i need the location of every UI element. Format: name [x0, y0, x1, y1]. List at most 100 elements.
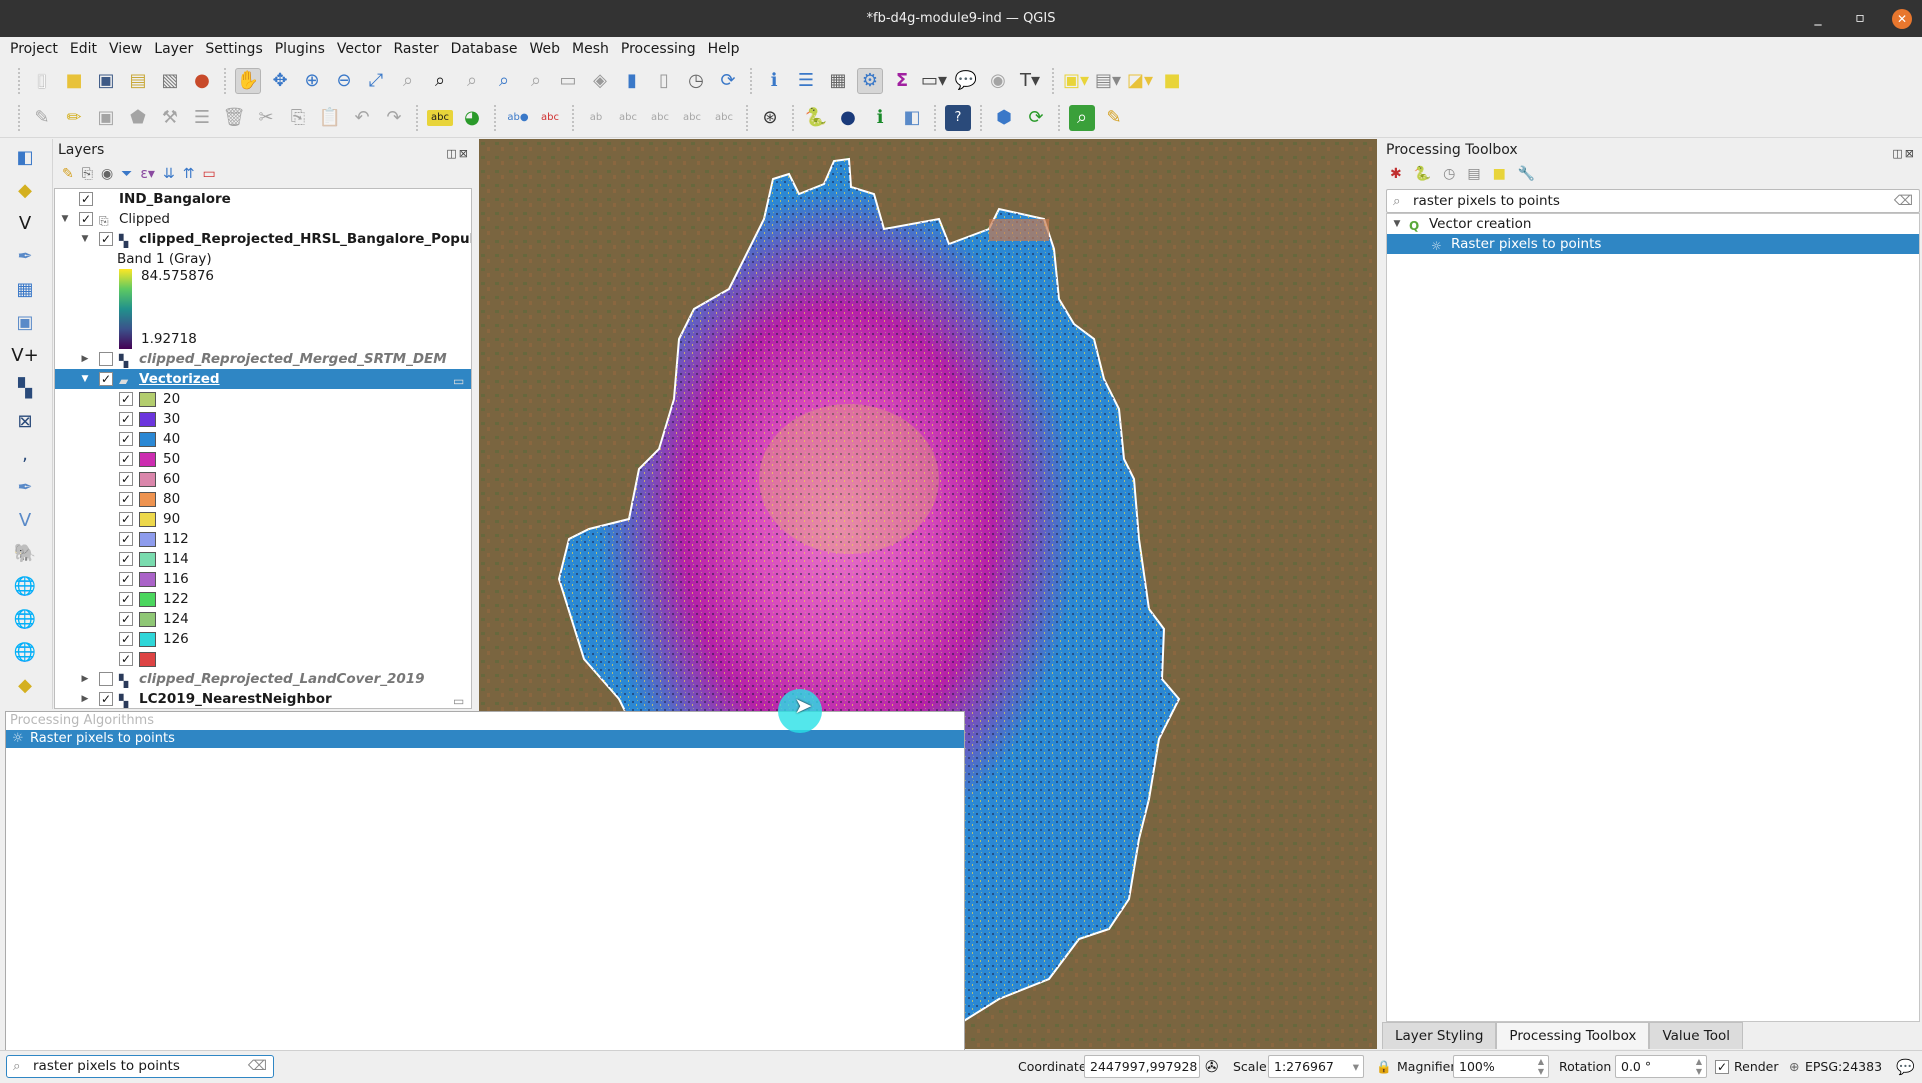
- refresh-icon[interactable]: ⟳: [715, 68, 741, 94]
- edit-features-in-place-icon[interactable]: ■: [1493, 166, 1506, 182]
- class-visibility-checkbox[interactable]: ✓: [119, 632, 133, 646]
- paste-features-icon[interactable]: 📋: [317, 105, 343, 131]
- toggle-editing-icon[interactable]: ✏: [61, 105, 87, 131]
- zoom-search-icon[interactable]: ⌕: [1069, 104, 1095, 131]
- history-icon[interactable]: ◷: [1443, 166, 1455, 182]
- collapse-all-icon[interactable]: ⇈: [183, 166, 195, 182]
- layer-ind-bangalore[interactable]: ✓ IND_Bangalore: [55, 189, 471, 209]
- layer-visibility-checkbox[interactable]: [99, 672, 113, 686]
- new-temp-scratch-icon[interactable]: ✒: [8, 241, 42, 271]
- class-visibility-checkbox[interactable]: ✓: [119, 552, 133, 566]
- filter-legend-icon[interactable]: ⏷: [121, 166, 132, 182]
- collapse-arrow-icon[interactable]: ▼: [1391, 214, 1403, 234]
- show-bookmarks-icon[interactable]: ▯: [651, 68, 677, 94]
- action-icon[interactable]: ◉: [985, 68, 1011, 94]
- toolbar-handle[interactable]: [18, 104, 20, 131]
- menu-settings[interactable]: Settings: [199, 41, 268, 57]
- text-annotation-icon[interactable]: T▾: [1017, 68, 1043, 94]
- menu-layer[interactable]: Layer: [148, 41, 199, 57]
- zoom-out-icon[interactable]: ⊖: [331, 68, 357, 94]
- legend-class-row[interactable]: ✓ 114: [55, 549, 471, 569]
- cut-features-icon[interactable]: ✂: [253, 105, 279, 131]
- zoom-next-icon[interactable]: ⌕: [523, 68, 549, 94]
- layer-hrsl-population[interactable]: ▼ ✓ ▚ clipped_Reprojected_HRSL_Bangalore…: [55, 229, 471, 249]
- delete-selected-icon[interactable]: 🗑: [221, 105, 247, 131]
- class-visibility-checkbox[interactable]: ✓: [119, 472, 133, 486]
- add-polygon-icon[interactable]: ⬟: [125, 105, 151, 131]
- identify-features-icon[interactable]: ℹ: [761, 68, 787, 94]
- new-geopackage-icon[interactable]: ◆: [8, 175, 42, 205]
- class-visibility-checkbox[interactable]: ✓: [119, 512, 133, 526]
- legend-class-row[interactable]: ✓ 112: [55, 529, 471, 549]
- zoom-last-icon[interactable]: ⌕: [491, 68, 517, 94]
- layer-vectorized[interactable]: ▼ ✓ ▰ Vectorized ▭: [55, 369, 471, 389]
- menu-vector[interactable]: Vector: [331, 41, 388, 57]
- temporal-controller-icon[interactable]: ◷: [683, 68, 709, 94]
- legend-class-row[interactable]: ✓: [55, 649, 471, 669]
- save-edits-icon[interactable]: ▣: [93, 105, 119, 131]
- zoom-to-layer-icon[interactable]: ⌕: [427, 68, 453, 94]
- add-spatialite-icon[interactable]: ✒: [8, 472, 42, 502]
- scale-combobox[interactable]: 1:276967 ▾: [1268, 1055, 1364, 1078]
- collapse-arrow-icon[interactable]: ▼: [59, 209, 71, 229]
- layer-visibility-checkbox[interactable]: ✓: [79, 212, 93, 226]
- crs-globe-icon[interactable]: ⊕: [1789, 1051, 1799, 1083]
- algorithm-raster-pixels-to-points[interactable]: ☼ Raster pixels to points: [1387, 234, 1919, 254]
- new-virtual-layer-icon[interactable]: ▦: [8, 274, 42, 304]
- class-visibility-checkbox[interactable]: ✓: [119, 392, 133, 406]
- spin-arrows-icon[interactable]: ▲ ▼: [1696, 1057, 1702, 1077]
- map-swipe-icon[interactable]: ◧: [899, 105, 925, 131]
- help-icon[interactable]: ?: [945, 104, 971, 131]
- layout-manager-icon[interactable]: ▧: [157, 68, 183, 94]
- attribute-table-icon[interactable]: ☰: [793, 68, 819, 94]
- expand-arrow-icon[interactable]: ▶: [79, 349, 91, 369]
- chevron-down-icon[interactable]: ▾: [1353, 1056, 1359, 1077]
- show-hide-labels-icon[interactable]: abc: [537, 105, 563, 131]
- menu-plugins[interactable]: Plugins: [269, 41, 331, 57]
- style-layer-icon[interactable]: ✎: [62, 166, 74, 182]
- add-postgis-icon[interactable]: 🐘: [8, 538, 42, 568]
- layer-diagram-icon[interactable]: ◕: [459, 105, 485, 131]
- legend-class-row[interactable]: ✓ 80: [55, 489, 471, 509]
- expand-arrow-icon[interactable]: ▶: [79, 669, 91, 689]
- panel-float-close-icon[interactable]: ◫⊠: [1892, 143, 1916, 165]
- style-manager-icon[interactable]: ●: [189, 68, 215, 94]
- zoom-in-icon[interactable]: ⊕: [299, 68, 325, 94]
- layer-landcover-2019[interactable]: ▶ ▚ clipped_Reprojected_LandCover_2019: [55, 669, 471, 689]
- toolbox-search-input[interactable]: ⌕ raster pixels to points ⌫: [1386, 189, 1920, 213]
- new-project-icon[interactable]: ▯: [29, 68, 55, 94]
- pan-to-selection-icon[interactable]: ✥: [267, 68, 293, 94]
- change-label-icon[interactable]: abc: [647, 105, 673, 131]
- field-calculator-icon[interactable]: ▦: [825, 68, 851, 94]
- deselect-all-icon[interactable]: ◪▾: [1127, 68, 1153, 94]
- collapse-arrow-icon[interactable]: ▼: [79, 229, 91, 249]
- add-wms-icon[interactable]: 🌐: [8, 571, 42, 601]
- messages-icon[interactable]: 💬: [1896, 1051, 1915, 1083]
- select-by-value-icon[interactable]: ▤▾: [1095, 68, 1121, 94]
- label-edit-icon[interactable]: abc: [711, 105, 737, 131]
- class-visibility-checkbox[interactable]: ✓: [119, 572, 133, 586]
- remove-layer-icon[interactable]: ▭: [202, 166, 215, 182]
- legend-class-row[interactable]: ✓ 60: [55, 469, 471, 489]
- manage-visibility-icon[interactable]: ◉: [101, 166, 113, 182]
- clear-search-icon[interactable]: ⌫: [248, 1056, 267, 1077]
- open-project-icon[interactable]: ■: [61, 68, 87, 94]
- expand-all-icon[interactable]: ⇊: [163, 166, 175, 182]
- legend-class-row[interactable]: ✓ 50: [55, 449, 471, 469]
- new-3d-view-icon[interactable]: ◈: [587, 68, 613, 94]
- locator-result-raster-pixels-to-points[interactable]: ☼ Raster pixels to points: [6, 730, 964, 748]
- menu-help[interactable]: Help: [702, 41, 746, 57]
- new-bookmark-icon[interactable]: ▮: [619, 68, 645, 94]
- python-console-icon[interactable]: 🐍: [803, 105, 829, 131]
- menu-raster[interactable]: Raster: [388, 41, 445, 57]
- select-by-location-icon[interactable]: ■: [1159, 68, 1185, 94]
- select-features-icon[interactable]: ▣▾: [1063, 68, 1089, 94]
- add-xyz-icon[interactable]: ◆: [8, 670, 42, 700]
- layer-visibility-checkbox[interactable]: ✓: [79, 192, 93, 206]
- filter-indicator-icon[interactable]: ▭: [453, 371, 464, 391]
- rotation-spinbox[interactable]: 0.0 ° ▲ ▼: [1615, 1055, 1707, 1078]
- modify-attributes-icon[interactable]: ☰: [189, 105, 215, 131]
- current-edits-icon[interactable]: ✎: [29, 105, 55, 131]
- label-props-icon[interactable]: abc: [679, 105, 705, 131]
- legend-class-row[interactable]: ✓ 124: [55, 609, 471, 629]
